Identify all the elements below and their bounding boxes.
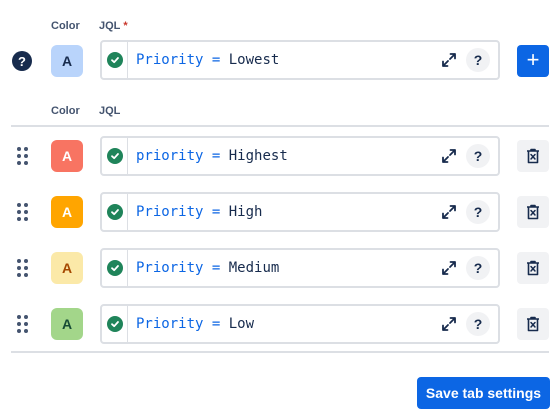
expand-icon[interactable] [436,316,462,332]
add-rule-button[interactable]: + [517,45,549,77]
jql-value: Low [228,316,255,332]
expand-icon[interactable] [436,52,462,68]
list-color-label: Color [51,105,80,117]
jql-status [102,194,128,230]
jql-field: priority [136,148,204,164]
rule-jql-editor[interactable]: priority = Highest ? [100,136,500,176]
list-bottom-divider [11,351,549,353]
jql-field: Priority [136,52,204,68]
delete-rule-button[interactable] [517,252,549,284]
list-top-divider [11,125,549,127]
jql-status [102,42,128,78]
jql-value: Lowest [228,52,280,68]
rule-color-swatch[interactable]: A [51,196,83,228]
drag-handle-icon[interactable] [17,258,29,278]
check-icon [106,204,123,220]
jql-field: Priority [136,260,204,276]
save-tab-settings-button[interactable]: Save tab settings [417,377,550,409]
expand-icon[interactable] [436,204,462,220]
jql-operator: = [211,260,221,276]
jql-status [102,306,128,342]
jql-help-icon[interactable]: ? [466,312,490,336]
trash-icon [527,204,539,220]
rule-jql-editor[interactable]: Priority = High ? [100,192,500,232]
jql-query-text[interactable]: Priority = High [128,204,436,220]
new-rule-color-swatch[interactable]: A [51,45,83,77]
check-icon [106,52,123,68]
jql-operator: = [211,204,221,220]
rule-jql-editor[interactable]: Priority = Medium ? [100,248,500,288]
new-rule-jql-label: JQL * [99,20,128,32]
delete-rule-button[interactable] [517,140,549,172]
jql-operator: = [211,316,221,332]
jql-help-icon[interactable]: ? [466,48,490,72]
jql-query-text[interactable]: Priority = Low [128,316,436,332]
list-jql-label: JQL [99,105,121,117]
new-rule-color-label: Color [51,20,80,32]
check-icon [106,260,123,276]
jql-label-text: JQL [99,20,121,32]
jql-value: High [228,204,263,220]
drag-handle-icon[interactable] [17,202,29,222]
jql-help-icon[interactable]: ? [466,256,490,280]
rule-color-swatch[interactable]: A [51,308,83,340]
check-icon [106,148,123,164]
jql-field: Priority [136,204,204,220]
delete-rule-button[interactable] [517,308,549,340]
jql-field: Priority [136,316,204,332]
jql-status [102,138,128,174]
rule-color-swatch[interactable]: A [51,252,83,284]
jql-value: Highest [228,148,288,164]
jql-query-text[interactable]: priority = Highest [128,148,436,164]
delete-rule-button[interactable] [517,196,549,228]
drag-handle-icon[interactable] [17,146,29,166]
check-icon [106,316,123,332]
trash-icon [527,148,539,164]
jql-value: Medium [228,260,280,276]
required-mark: * [123,20,128,32]
jql-status [102,250,128,286]
expand-icon[interactable] [436,260,462,276]
jql-operator: = [211,52,221,68]
expand-icon[interactable] [436,148,462,164]
jql-query-text[interactable]: Priority = Lowest [128,52,436,68]
jql-query-text[interactable]: Priority = Medium [128,260,436,276]
rule-jql-editor[interactable]: Priority = Low ? [100,304,500,344]
jql-help-icon[interactable]: ? [466,200,490,224]
rule-color-swatch[interactable]: A [51,140,83,172]
question-icon[interactable]: ? [12,51,32,71]
drag-handle-icon[interactable] [17,314,29,334]
jql-operator: = [211,148,221,164]
trash-icon [527,316,539,332]
new-rule-jql-editor[interactable]: Priority = Lowest ? [100,40,500,80]
trash-icon [527,260,539,276]
jql-help-icon[interactable]: ? [466,144,490,168]
